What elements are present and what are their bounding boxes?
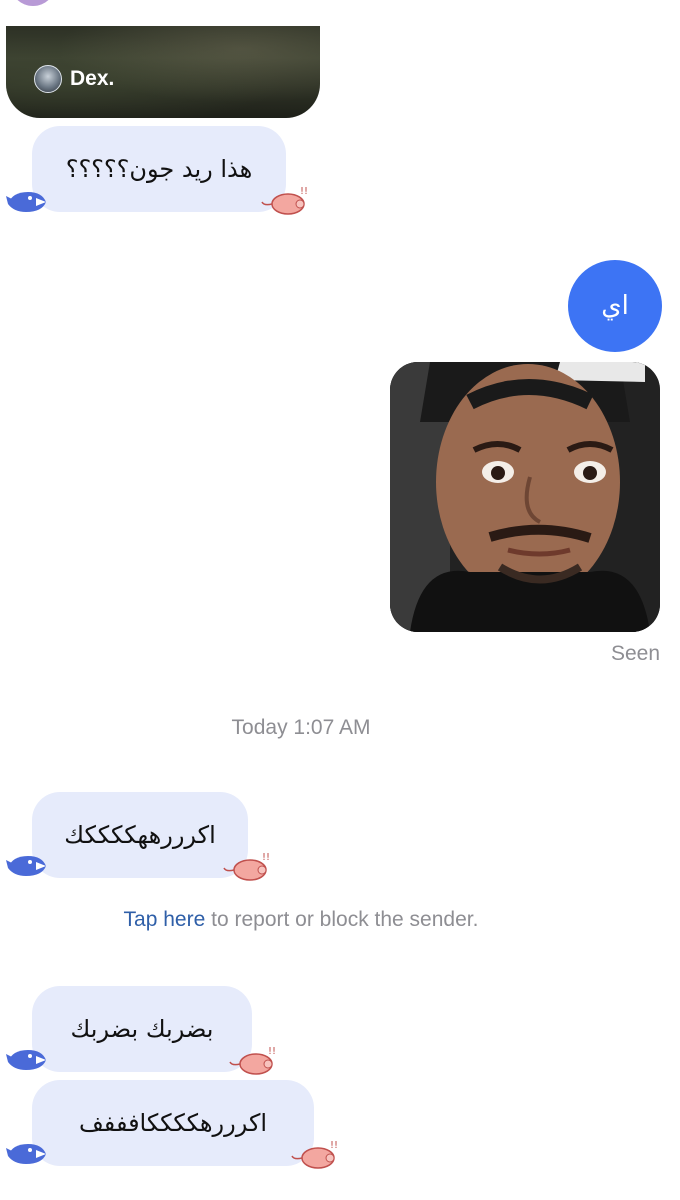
svg-text:!!: !! <box>300 186 308 197</box>
story-author-name: Dex. <box>70 67 115 90</box>
whale-sticker-icon <box>6 192 46 212</box>
report-sender-notice: Tap here to report or block the sender. <box>0 908 602 932</box>
story-author-avatar <box>34 65 62 93</box>
pig-sticker-icon: !! <box>261 186 308 215</box>
timestamp-divider: Today 1:07 AM <box>231 716 371 739</box>
received-message-bubble[interactable]: هذا ريد جون؟؟؟؟؟ <box>32 126 286 212</box>
message-text: اكرررهككككافففف <box>78 1109 268 1137</box>
sent-message-bubble[interactable]: اي <box>568 260 662 352</box>
whale-sticker-icon <box>6 1144 46 1164</box>
report-notice-text: to report or block the sender. <box>205 908 479 931</box>
tap-here-link[interactable]: Tap here <box>124 908 206 931</box>
message-text: اي <box>601 291 629 321</box>
photo-image <box>390 362 660 632</box>
pig-sticker-icon: !! <box>223 852 270 881</box>
svg-text:!!: !! <box>262 852 270 863</box>
received-message-bubble[interactable]: اكرررههككككك <box>32 792 248 878</box>
pig-sticker-icon: !! <box>291 1140 338 1169</box>
svg-text:!!: !! <box>268 1046 276 1057</box>
svg-text:!!: !! <box>330 1140 338 1151</box>
whale-sticker-icon <box>6 856 46 876</box>
message-text: هذا ريد جون؟؟؟؟؟ <box>65 155 253 183</box>
story-author: Dex. <box>34 65 114 93</box>
sent-photo[interactable] <box>390 362 660 632</box>
whale-sticker-icon <box>6 1050 46 1070</box>
shared-story-card[interactable]: Dex. <box>6 26 320 118</box>
pig-sticker-icon: !! <box>229 1046 276 1075</box>
received-message-bubble[interactable]: بضربك بضربك <box>32 986 252 1072</box>
contact-avatar[interactable] <box>10 0 56 6</box>
received-message-bubble[interactable]: اكرررهككككافففف <box>32 1080 314 1166</box>
message-text: بضربك بضربك <box>70 1015 214 1043</box>
seen-status: Seen <box>610 642 660 665</box>
message-text: اكرررههككككك <box>64 821 216 849</box>
